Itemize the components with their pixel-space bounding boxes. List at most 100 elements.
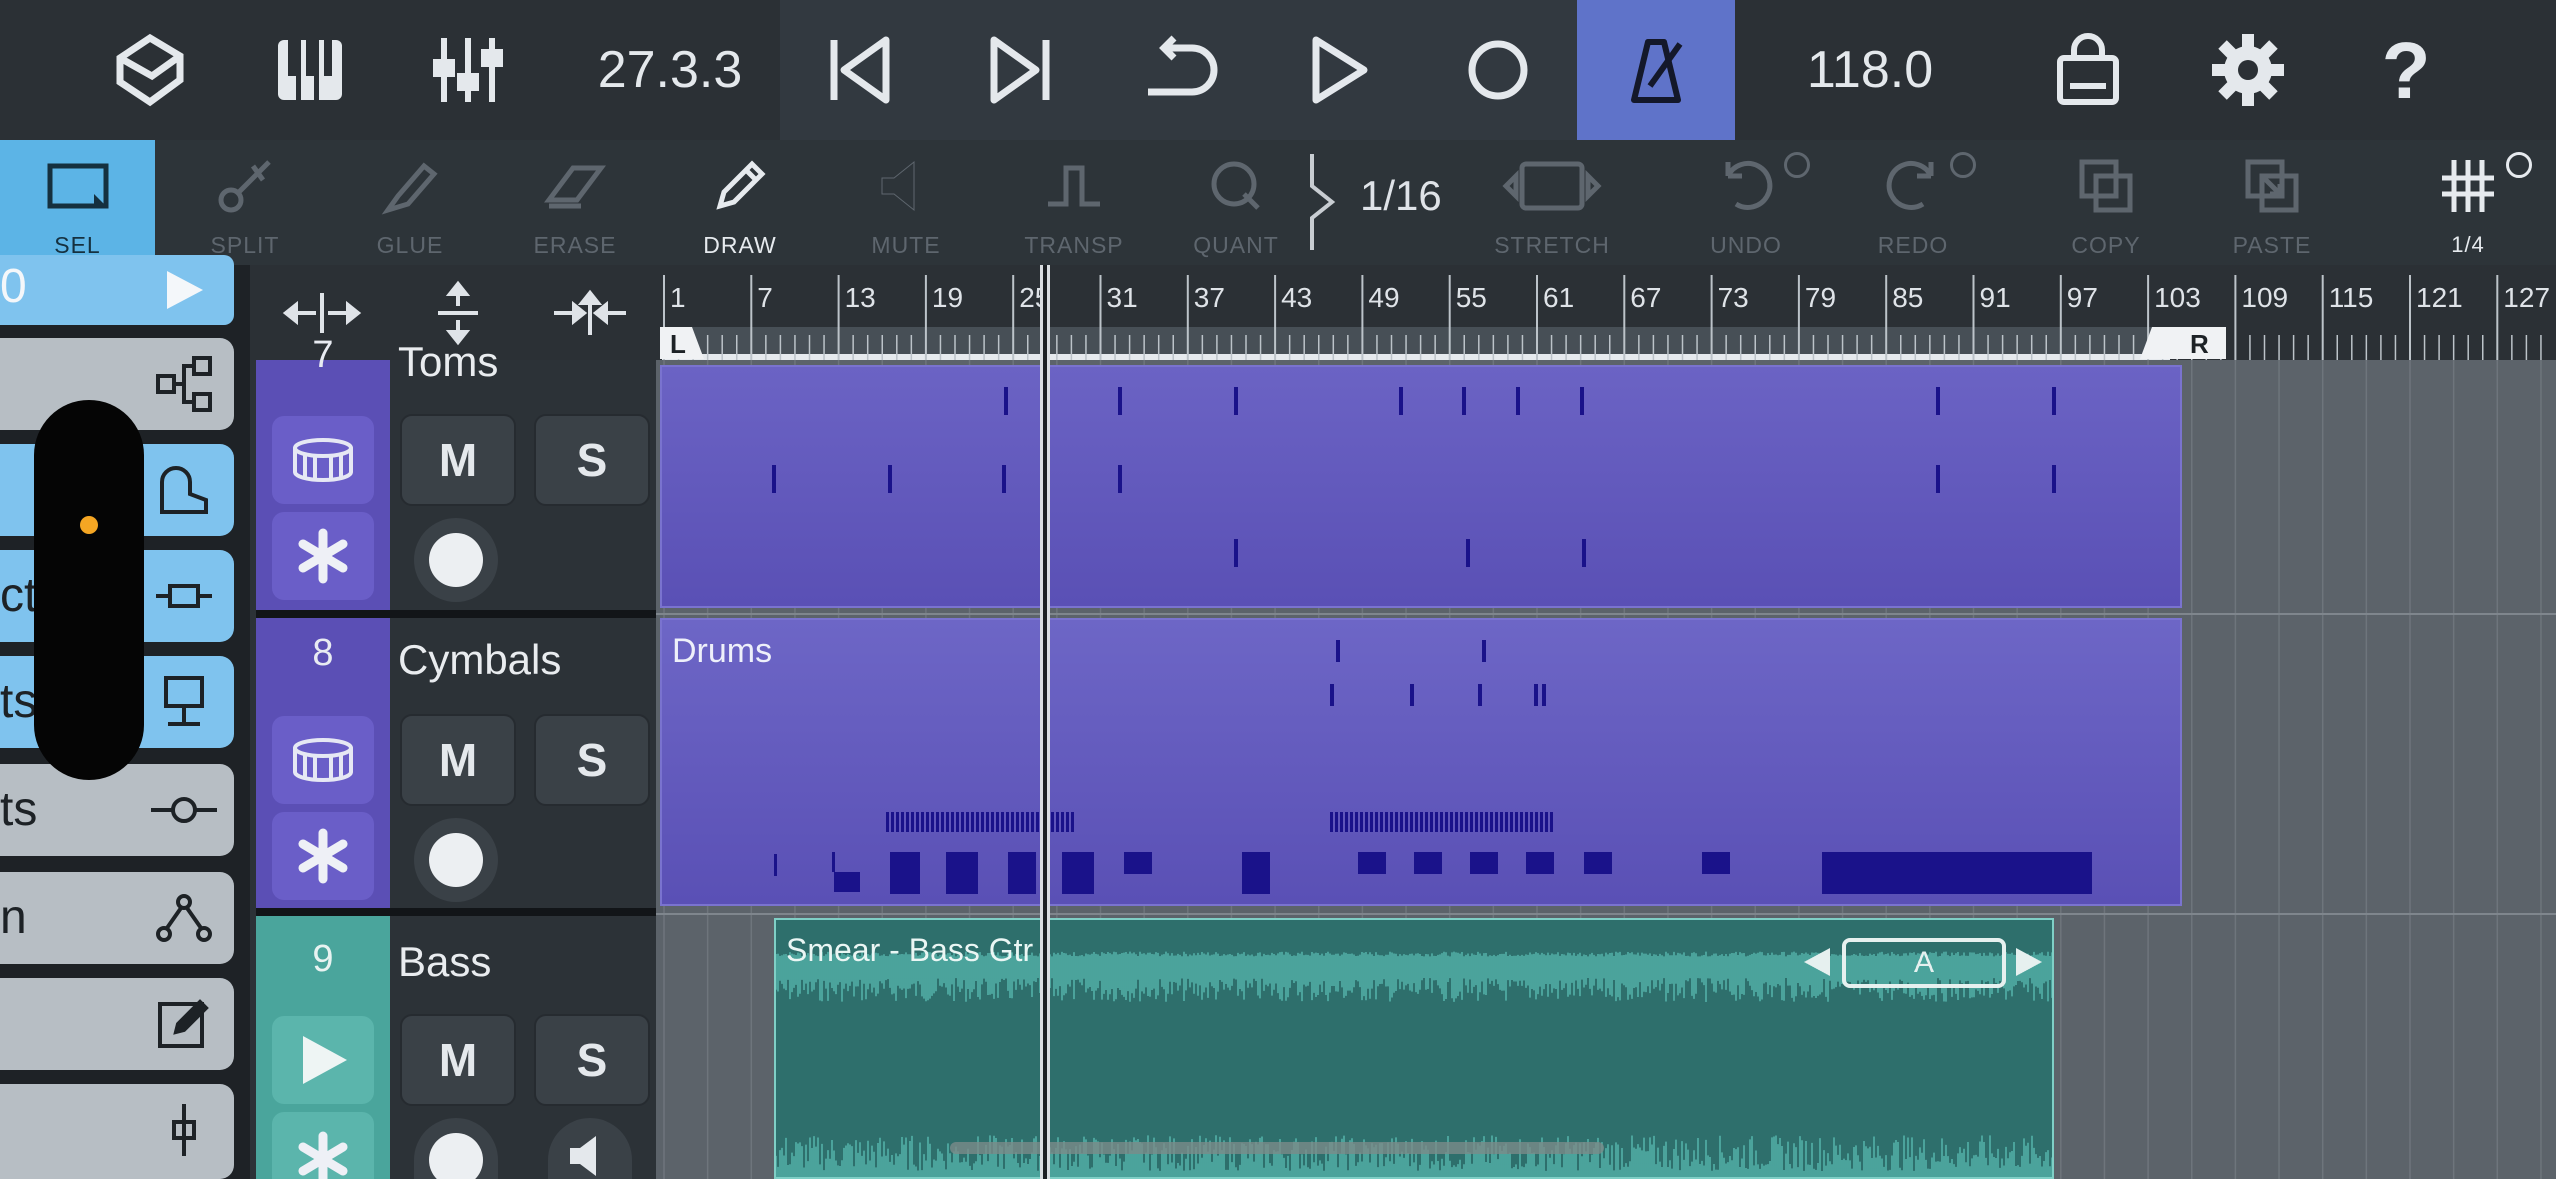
grid-options-icon[interactable] bbox=[2506, 152, 2532, 178]
erase-tool[interactable]: ERASE bbox=[495, 140, 655, 265]
transpose-tool[interactable]: TRANSP bbox=[994, 140, 1154, 265]
midi-note[interactable] bbox=[1234, 539, 1238, 567]
copy-button[interactable]: COPY bbox=[2026, 140, 2186, 265]
inspector-item-eq[interactable]: ts bbox=[0, 764, 234, 856]
midi-note[interactable] bbox=[1462, 387, 1466, 415]
inspector-item-fader[interactable] bbox=[0, 1084, 234, 1179]
midi-note[interactable] bbox=[1470, 852, 1498, 874]
solo-button[interactable]: S bbox=[534, 1014, 650, 1106]
midi-clip-toms[interactable] bbox=[660, 365, 2182, 608]
midi-note[interactable] bbox=[1580, 387, 1584, 415]
midi-note[interactable] bbox=[1234, 387, 1238, 415]
midi-note[interactable] bbox=[1516, 387, 1520, 415]
midi-note[interactable] bbox=[1582, 539, 1586, 567]
quantize-tool[interactable]: QUANT bbox=[1156, 140, 1316, 265]
midi-note[interactable] bbox=[1242, 852, 1270, 894]
track-name[interactable]: Toms bbox=[398, 338, 498, 382]
mute-button[interactable]: M bbox=[400, 714, 516, 806]
midi-note[interactable] bbox=[1482, 640, 1486, 662]
asterisk-icon[interactable] bbox=[272, 1112, 374, 1179]
timeline-ruler[interactable]: 1 7 13 19 25 31 37 43 49 55 61 67 73 79 85 91 97 103 109 11… bbox=[656, 265, 2556, 360]
warp-right-arrow-icon[interactable] bbox=[2016, 948, 2042, 976]
mute-button[interactable]: M bbox=[400, 414, 516, 506]
record-icon[interactable] bbox=[1448, 0, 1548, 140]
stretch-tool[interactable]: STRETCH bbox=[1472, 140, 1632, 265]
keyboard-icon[interactable] bbox=[260, 0, 360, 140]
solo-button[interactable]: S bbox=[534, 714, 650, 806]
midi-note[interactable] bbox=[1478, 684, 1482, 706]
track-name[interactable]: Cymbals bbox=[398, 636, 561, 683]
audio-warp-marker[interactable]: A bbox=[1842, 938, 2006, 988]
play-icon[interactable] bbox=[1288, 0, 1388, 140]
midi-note[interactable] bbox=[1002, 465, 1006, 493]
mixer-icon[interactable] bbox=[418, 0, 518, 140]
midi-note[interactable] bbox=[1118, 387, 1122, 415]
drum-instrument-icon[interactable] bbox=[272, 416, 374, 504]
track-height-icon[interactable] bbox=[550, 285, 630, 341]
draw-tool[interactable]: DRAW bbox=[660, 140, 820, 265]
vertical-zoom-icon[interactable] bbox=[418, 280, 498, 346]
midi-note[interactable] bbox=[832, 852, 835, 872]
skip-start-icon[interactable] bbox=[810, 0, 910, 140]
mute-button[interactable]: M bbox=[400, 1014, 516, 1106]
undo-history-icon[interactable] bbox=[1784, 152, 1810, 178]
midi-note[interactable] bbox=[890, 852, 920, 894]
skip-end-icon[interactable] bbox=[970, 0, 1070, 140]
midi-note[interactable] bbox=[1822, 852, 2092, 894]
audio-clip-bass[interactable]: Smear - Bass Gtr A bbox=[774, 918, 2054, 1179]
position-display[interactable]: 27.3.3 bbox=[598, 40, 743, 100]
midi-note[interactable] bbox=[1336, 640, 1340, 662]
midi-note[interactable] bbox=[1004, 387, 1008, 415]
midi-note[interactable] bbox=[1124, 852, 1152, 874]
record-enable-button[interactable] bbox=[414, 518, 498, 602]
midi-note[interactable] bbox=[946, 852, 978, 894]
midi-note[interactable] bbox=[772, 465, 776, 493]
right-locator[interactable]: R bbox=[2140, 327, 2226, 359]
inspector-item-edit[interactable] bbox=[0, 978, 234, 1070]
midi-note[interactable] bbox=[1358, 852, 1386, 874]
midi-note[interactable] bbox=[1526, 852, 1554, 874]
midi-note-cluster[interactable] bbox=[1330, 812, 1553, 832]
asterisk-icon[interactable] bbox=[272, 812, 374, 900]
solo-button[interactable]: S bbox=[534, 414, 650, 506]
cubase-logo-icon[interactable] bbox=[100, 0, 200, 140]
mute-tool[interactable]: MUTE bbox=[826, 140, 986, 265]
asterisk-icon[interactable] bbox=[272, 512, 374, 600]
midi-note[interactable] bbox=[1062, 852, 1094, 894]
split-tool[interactable]: SPLIT bbox=[165, 140, 325, 265]
redo-history-icon[interactable] bbox=[1950, 152, 1976, 178]
horizontal-zoom-icon[interactable] bbox=[282, 285, 362, 341]
midi-note[interactable] bbox=[834, 872, 860, 892]
midi-note[interactable] bbox=[1008, 852, 1036, 894]
midi-note[interactable] bbox=[2052, 387, 2056, 415]
warp-left-arrow-icon[interactable] bbox=[1804, 948, 1830, 976]
midi-note[interactable] bbox=[1466, 539, 1470, 567]
midi-note[interactable] bbox=[888, 465, 892, 493]
select-tool[interactable]: SEL bbox=[0, 140, 155, 265]
midi-note[interactable] bbox=[1534, 684, 1538, 706]
track-name[interactable]: Bass bbox=[398, 938, 491, 985]
record-enable-button[interactable] bbox=[414, 818, 498, 902]
midi-note[interactable] bbox=[1542, 684, 1546, 706]
midi-clip-drums[interactable]: Drums bbox=[660, 618, 2182, 906]
cycle-icon[interactable] bbox=[1128, 0, 1228, 140]
tempo-display[interactable]: 118.0 bbox=[1807, 40, 1933, 100]
gear-icon[interactable] bbox=[2198, 0, 2298, 140]
drum-instrument-icon[interactable] bbox=[272, 716, 374, 804]
midi-note[interactable] bbox=[774, 854, 777, 876]
midi-note[interactable] bbox=[1410, 684, 1414, 706]
midi-note[interactable] bbox=[2052, 465, 2056, 493]
metronome-icon[interactable] bbox=[1606, 0, 1706, 140]
help-icon[interactable]: ? bbox=[2356, 0, 2456, 140]
midi-note[interactable] bbox=[1936, 387, 1940, 415]
glue-tool[interactable]: GLUE bbox=[330, 140, 490, 265]
midi-note[interactable] bbox=[1118, 465, 1122, 493]
inspector-item-automation[interactable]: n bbox=[0, 872, 234, 964]
inspector-item-0[interactable]: 0 bbox=[0, 255, 234, 325]
midi-note[interactable] bbox=[1584, 852, 1612, 874]
midi-note[interactable] bbox=[1702, 852, 1730, 874]
audio-monitor-icon[interactable] bbox=[272, 1016, 374, 1104]
midi-note[interactable] bbox=[1414, 852, 1442, 874]
midi-note[interactable] bbox=[1399, 387, 1403, 415]
panel-drag-handle[interactable] bbox=[34, 400, 144, 780]
